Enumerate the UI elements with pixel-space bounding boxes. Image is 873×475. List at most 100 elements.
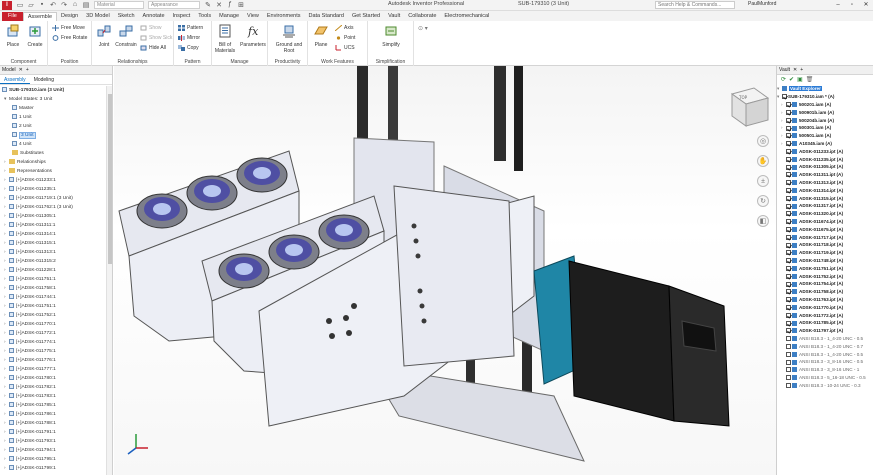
pattern-button[interactable]: Pattern <box>178 24 203 32</box>
measure-icon[interactable]: ⊞ <box>237 1 245 9</box>
tree-component[interactable]: › [+]ADSK-011776:1 <box>4 356 56 365</box>
vault-file-row[interactable]: ADSK-011770.ipt (A) <box>777 304 843 312</box>
orbit-icon[interactable]: ↻ <box>757 195 769 207</box>
vault-file-row[interactable]: ADSK-011315.ipt (A) <box>777 195 843 203</box>
tree-component[interactable]: › [+]ADSK-011751:1 <box>4 302 56 311</box>
clear-icon[interactable]: ✕ <box>215 1 223 9</box>
tree-component[interactable]: › [+]ADSK-011228:1 <box>4 266 56 275</box>
vault-file-row[interactable]: ADSK-011719.ipt (A) <box>777 249 843 257</box>
vault-file-row[interactable]: ADSK-011751.ipt (A) <box>777 265 843 273</box>
tree-root[interactable]: SUB-179310.iam (3 Unit) <box>2 86 64 95</box>
ground-and-root-button[interactable]: Ground and Root <box>274 24 304 54</box>
tab-view[interactable]: View <box>243 12 263 21</box>
appearance-combo[interactable]: Appearance <box>148 1 200 9</box>
tab-annotate[interactable]: Annotate <box>139 12 169 21</box>
tree-component[interactable]: › [+]ADSK-011758:1 <box>4 284 56 293</box>
tree-component[interactable]: › [+]ADSK-011314:1 <box>4 230 56 239</box>
tree-component[interactable]: › [+]ADSK-011305:1 <box>4 212 56 221</box>
vault-file-row[interactable]: ADSK-011763.ipt (A) <box>777 296 843 304</box>
tree-component[interactable]: › [+]ADSK-011772:1 <box>4 329 56 338</box>
zoom-icon[interactable]: ± <box>757 175 769 187</box>
tree-component[interactable]: › [+]ADSK-011770:1 <box>4 320 56 329</box>
navigation-wheel-icon[interactable]: ◎ <box>757 135 769 147</box>
refresh-icon[interactable]: ⟳ <box>781 76 786 83</box>
tree-component[interactable]: › [+]ADSK-011794:1 <box>4 446 56 455</box>
tree-component[interactable]: › [+]ADSK-011780:1 <box>4 374 56 383</box>
tree-component[interactable]: › [+]ADSK-011775:1 <box>4 347 56 356</box>
place-button[interactable]: Place <box>3 24 23 48</box>
undo-icon[interactable]: ↶ <box>49 1 57 9</box>
mirror-button[interactable]: Mirror <box>178 34 200 42</box>
vault-file-row[interactable]: ANSI B18.3 - 5_16-18 UNC - 0.5 <box>777 374 866 382</box>
redo-icon[interactable]: ↷ <box>60 1 68 9</box>
graphics-viewport[interactable]: TOP <box>114 66 776 475</box>
subtab-modeling[interactable]: Modeling <box>30 75 58 84</box>
tab-inspect[interactable]: Inspect <box>169 12 195 21</box>
create-button[interactable]: Create <box>25 24 45 48</box>
tree-component[interactable]: › [+]ADSK-011719:1 (3 Unit) <box>4 194 73 203</box>
tree-component[interactable]: › [+]ADSK-011762:1 (3 Unit) <box>4 203 73 212</box>
ucs-button[interactable]: UCS <box>335 44 355 52</box>
vault-file-row[interactable]: ADSK-011754.ipt (A) <box>777 280 843 288</box>
vault-file-row[interactable]: ADSK-011317.ipt (A) <box>777 202 843 210</box>
tree-component[interactable]: › [+]ADSK-011799:1 <box>4 464 56 473</box>
vault-file-row[interactable]: ADSK-011305.ipt (A) <box>777 163 843 171</box>
minimize-icon[interactable]: – <box>831 0 845 10</box>
vault-assembly-root[interactable]: ▾ SUB-179310.iam * (A) <box>777 93 834 101</box>
vault-file-row[interactable]: ADSK-011772.ipt (A) <box>777 312 843 320</box>
maximize-icon[interactable]: ▫ <box>845 0 859 10</box>
vault-file-row[interactable]: ADSK-011797.ipt (A) <box>777 327 843 335</box>
browser-scrollbar[interactable] <box>106 86 112 475</box>
subtab-assembly[interactable]: Assembly <box>0 75 30 84</box>
tree-component[interactable]: › [+]ADSK-011774:1 <box>4 338 56 347</box>
tree-component[interactable]: › [+]ADSK-011744:1 <box>4 293 56 302</box>
tab-manage[interactable]: Manage <box>215 12 243 21</box>
tree-component[interactable]: › [+]ADSK-011315:2 <box>4 257 56 266</box>
tree-state-master[interactable]: Master <box>12 104 34 113</box>
vault-file-row[interactable]: ADSK-011717.ipt (A) <box>777 234 843 242</box>
vault-file-row[interactable]: › 500204b.iam (A) <box>777 117 834 125</box>
vault-file-row[interactable]: ADSK-011313.ipt (A) <box>777 179 843 187</box>
material-combo[interactable]: Material <box>94 1 144 9</box>
tree-relationships[interactable]: › Relationships <box>4 158 46 167</box>
browser-add-icon[interactable]: + <box>26 66 29 75</box>
vault-tab-add-icon[interactable]: + <box>800 66 803 75</box>
show-button[interactable]: Show <box>140 24 162 32</box>
checkin-icon[interactable]: ✔ <box>789 76 794 83</box>
browser-tab-label[interactable]: Model <box>2 66 16 75</box>
ribbon-options-icon[interactable]: ⊙ ▾ <box>418 25 428 32</box>
vault-file-row[interactable]: › 500901b.iam (A) <box>777 109 834 117</box>
checkout-icon[interactable]: ▣ <box>797 76 803 83</box>
simplify-button[interactable]: Simplify <box>379 24 403 48</box>
tree-representations[interactable]: › Representations <box>4 167 52 176</box>
tab-environments[interactable]: Environments <box>263 12 305 21</box>
tree-component[interactable]: › [+]ADSK-011791:1 <box>4 428 56 437</box>
tree-component[interactable]: › [+]ADSK-011795:1 <box>4 455 56 464</box>
tree-component[interactable]: › [+]ADSK-011751:1 <box>4 275 56 284</box>
tab-collaborate[interactable]: Collaborate <box>404 12 440 21</box>
app-logo-icon[interactable]: I <box>2 0 12 10</box>
vault-file-row[interactable]: ADSK-011235.ipt (A) <box>777 156 843 164</box>
vault-file-row[interactable]: ANSI B18.3 - 10-24 UNC - 0.3 <box>777 382 861 390</box>
hide-all-button[interactable]: Hide All <box>140 44 166 52</box>
plane-button[interactable]: Plane <box>311 24 331 48</box>
tab-tools[interactable]: Tools <box>194 12 215 21</box>
tree-component[interactable]: › [+]ADSK-011783:1 <box>4 392 56 401</box>
new-icon[interactable]: ▭ <box>16 1 24 9</box>
vault-root[interactable]: ▾ Vault Explorer <box>777 85 822 93</box>
vault-tab-close-icon[interactable]: ✕ <box>793 66 797 75</box>
vault-file-row[interactable]: ADSK-011785.ipt (A) <box>777 319 843 327</box>
point-button[interactable]: Point <box>335 34 355 42</box>
viewcube-icon[interactable]: TOP <box>730 87 770 127</box>
vault-file-row[interactable]: ADSK-011752.ipt (A) <box>777 273 843 281</box>
tree-component[interactable]: › [+]ADSK-011315:1 <box>4 239 56 248</box>
tab-3d-model[interactable]: 3D Model <box>82 12 114 21</box>
joint-button[interactable]: Joint <box>94 24 114 48</box>
free-move-button[interactable]: Free Move <box>52 24 85 32</box>
parameters-button[interactable]: fx Parameters <box>240 24 266 48</box>
fx-icon[interactable]: ƒ <box>226 1 234 9</box>
vault-file-row[interactable]: ADSK-011233.ipt (A) <box>777 148 843 156</box>
copy-button[interactable]: Copy <box>178 44 199 52</box>
tab-data-standard[interactable]: Data Standard <box>305 12 348 21</box>
vault-file-row[interactable]: › A10345.iam (A) <box>777 140 832 148</box>
